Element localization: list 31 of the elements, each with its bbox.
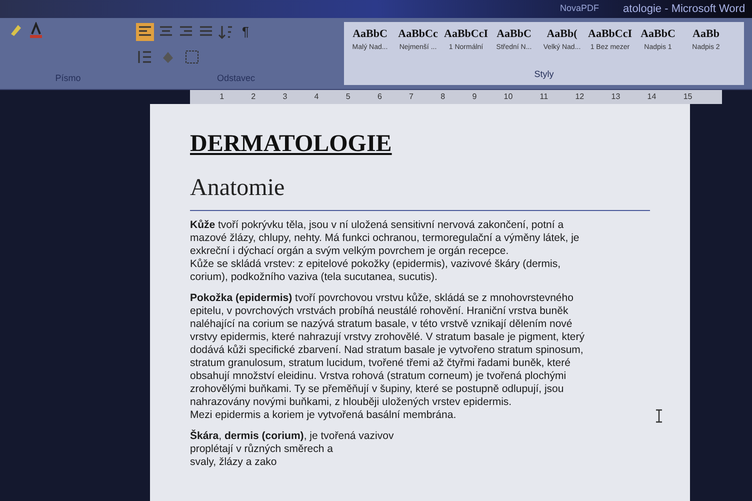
group-label: Styly bbox=[533, 68, 555, 81]
borders-icon[interactable] bbox=[184, 48, 200, 64]
ruler-number: 12 bbox=[575, 91, 584, 103]
highlighter-icon[interactable] bbox=[8, 22, 24, 38]
section-heading: Anatomie bbox=[190, 170, 650, 211]
align-left-icon[interactable] bbox=[136, 22, 154, 41]
paragraph: Škára, dermis (corium), je tvořená vazivov proplétají v různých směrech a svaly, žlázy a zako bbox=[190, 430, 395, 469]
font-color-icon[interactable] bbox=[28, 22, 44, 38]
document-title: DERMATOLOGIE bbox=[190, 130, 392, 159]
ruler-number: 15 bbox=[683, 91, 692, 103]
sort-icon[interactable] bbox=[218, 24, 234, 40]
ruler-number: 6 bbox=[377, 91, 382, 103]
paragraph: Kůže tvoří pokrývku těla, jsou v ní uložená sensitivní nervová zakončení, potní a mazové žlázy, chlupy, nehty. Má funkci ochranou, termoregulační a výměny látek, je exkreční i dýchací orgán a svým velkým povrchem je orgán recepce. Kůže se skládá vrstev: z epitelové pokožky (epidermis), vazivové škáry (dermis, corium), podkožního vaziva (tela sucutanea, sucutis). bbox=[190, 219, 580, 284]
window-title: atologie - Microsoft Word bbox=[623, 2, 746, 17]
ruler-number: 9 bbox=[472, 91, 477, 103]
paragraph: Pokožka (epidermis) tvoří povrchovou vrstvu kůže, skládá se z mnohovrstevného epitelu, v povrchových vrstvách probíhá neustálé rohovění. Hraniční vrstva buněk naléhající na corium se nazývá stratum basale, v této vrstvě vznikají dělením nové vrstvy epidermis, které nahrazují vrstvy zrohovělé. V stratum basale je pigment, který dodává kůži specifické zbarvení. Nad stratum basale je vytvořeno stratum spinosum, stratum granulosum, stratum lucidum, tvořené třemi až čtyřmi řadami buněk, které obsahují množství eleidinu. Vrstva rohová (stratum corneum) je tvořená plochými zrohovělými buňkami. Ty se přeměňují v šupiny, které se postupně odlupují, jsou nahrazovány novými buňkami, z hlouběji uložených vrstev epidermis. Mezi epidermis a koriem je vytvořená basální membrána. bbox=[190, 292, 586, 422]
ruler-number: 11 bbox=[540, 91, 548, 103]
ruler-number: 3 bbox=[282, 91, 288, 103]
ruler-number: 14 bbox=[647, 91, 656, 103]
ruler-number: 1 bbox=[220, 91, 224, 103]
ruler-number: 7 bbox=[409, 91, 414, 103]
ruler-number: 4 bbox=[314, 91, 319, 103]
ruler-number: 13 bbox=[611, 91, 620, 103]
text-cursor-icon bbox=[655, 409, 663, 423]
ruler-number: 10 bbox=[504, 91, 513, 103]
group-label: Písmo bbox=[54, 72, 82, 84]
group-label: Odstavec bbox=[216, 72, 256, 84]
ruler-number: 2 bbox=[251, 91, 256, 103]
ruler-number: 5 bbox=[346, 91, 350, 103]
ruler-number: 8 bbox=[440, 91, 446, 103]
ribbon-tab[interactable]: NovaPDF bbox=[560, 2, 600, 16]
